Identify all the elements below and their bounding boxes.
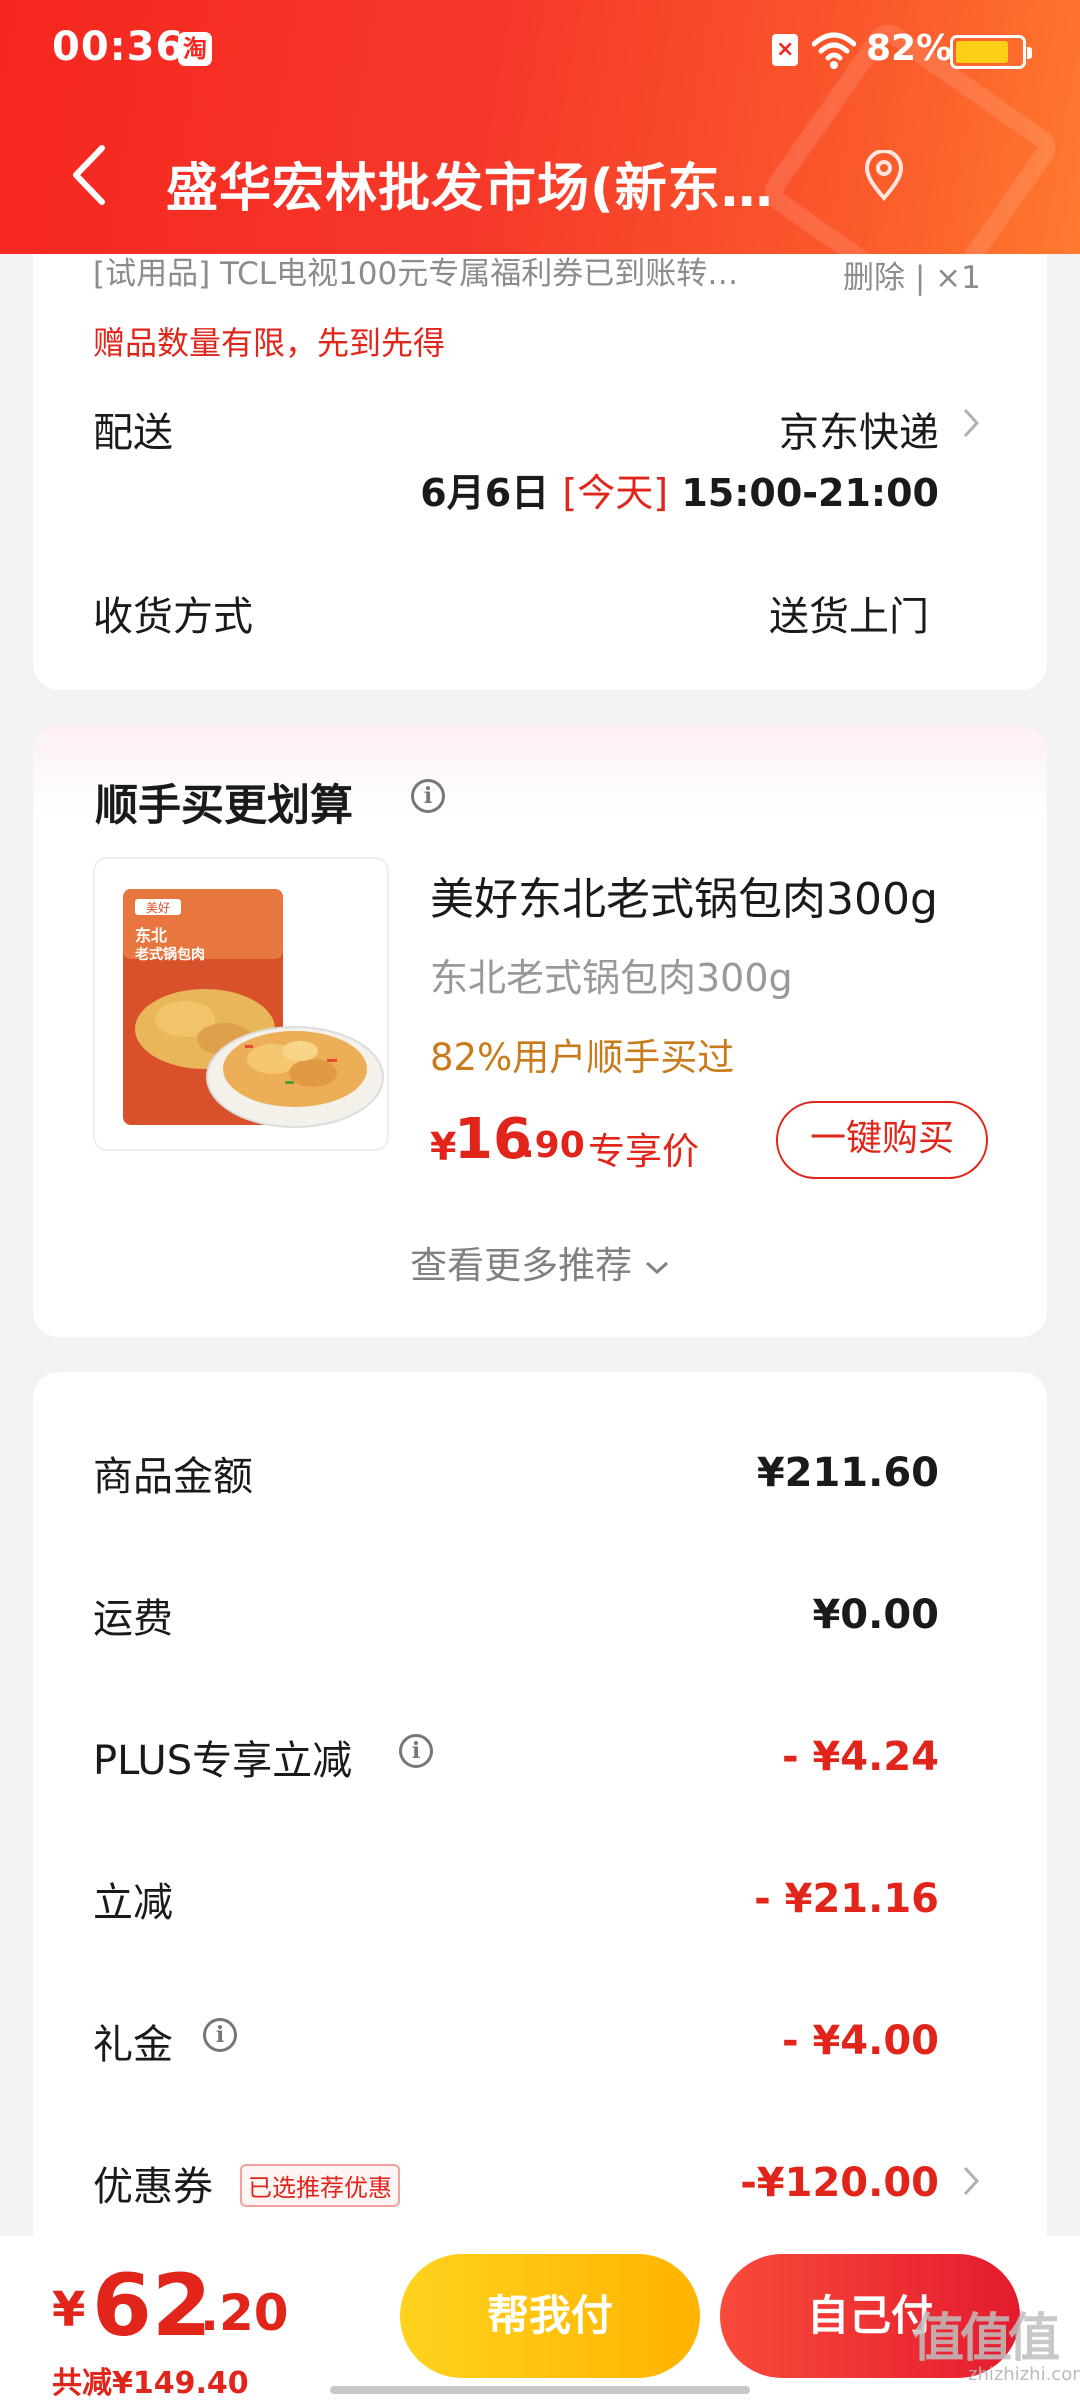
see-more-recommendations-link[interactable]: 查看更多推荐	[33, 1235, 1047, 1289]
product-subtitle: 东北老式锅包肉300g	[430, 956, 793, 1000]
info-icon[interactable]: i	[411, 779, 445, 813]
summary-label-discount: 立减	[93, 1880, 173, 1926]
watermark-url: zhizhizhi.com	[968, 2364, 1080, 2385]
summary-label-shipping: 运费	[93, 1596, 173, 1642]
summary-label-gift-money: 礼金	[93, 2022, 173, 2068]
summary-label-goods: 商品金额	[93, 1454, 253, 1500]
product-image[interactable]: 美好 东北 老式锅包肉	[93, 857, 389, 1151]
gift-limited-note: 赠品数量有限，先到先得	[93, 324, 446, 362]
status-bar: 00:36 淘 82%	[0, 0, 1080, 100]
gift-item-text: [试用品] TCL电视100元专属福利券已到账转…	[93, 256, 739, 292]
receive-method-label: 收货方式	[93, 594, 253, 640]
one-click-buy-button[interactable]: 一键购买	[776, 1101, 988, 1179]
nav-bar: 盛华宏林批发市场(新东…	[0, 120, 1080, 230]
summary-value-shipping: ¥0.00	[812, 1592, 939, 1638]
receive-method-value[interactable]: 送货上门	[769, 584, 929, 642]
chevron-right-icon[interactable]	[961, 406, 981, 440]
battery-icon	[950, 35, 1032, 69]
coupon-recommended-tag: 已选推荐优惠	[240, 2164, 400, 2207]
summary-value-plus: - ¥4.24	[781, 1734, 939, 1780]
price-symbol: ¥	[430, 1125, 457, 1169]
store-title[interactable]: 盛华宏林批发市场(新东…	[166, 146, 846, 221]
package-name-line2: 老式锅包肉	[135, 946, 205, 963]
price-decimal: .90	[521, 1125, 585, 1166]
delivery-card: [试用品] TCL电视100元专属福利券已到账转… 删除 | ×1 赠品数量有限…	[33, 200, 1047, 690]
coupon-chevron-right-icon[interactable]	[961, 2164, 981, 2198]
product-package-illustration: 美好 东北 老式锅包肉	[123, 889, 384, 1128]
delivery-date: 6月6日	[420, 471, 550, 515]
delivery-time-range: 15:00-21:00	[681, 471, 939, 515]
product-popularity-tag: 82%用户顺手买过	[430, 1036, 735, 1079]
bundle-card: 顺手买更划算 i 美好 东北 老式锅包肉 美好东北老式锅包肉300g 东北老式锅…	[33, 725, 1047, 1337]
home-indicator[interactable]	[330, 2386, 750, 2394]
summary-value-goods: ¥211.60	[756, 1450, 939, 1496]
delivery-carrier[interactable]: 京东快递	[779, 400, 939, 458]
see-more-label: 查看更多推荐	[410, 1244, 633, 1287]
help-me-pay-button[interactable]: 帮我付	[400, 2254, 700, 2378]
status-time: 00:36	[52, 24, 185, 70]
delivery-today: [今天]	[562, 471, 669, 515]
package-name-line1: 东北	[135, 926, 167, 945]
gift-delete-button[interactable]: 删除 | ×1	[843, 252, 981, 297]
summary-label-plus: PLUS专享立减	[93, 1738, 353, 1784]
checkout-bar: ¥ 62 .20 共减¥149.40 帮我付 自己付 值值值 zhizhizhi…	[0, 2236, 1080, 2400]
watermark-logo: 值值值	[912, 2309, 1060, 2369]
location-pin-icon[interactable]	[862, 150, 906, 202]
summary-value-gift-money: - ¥4.00	[781, 2018, 939, 2064]
no-sim-icon	[772, 34, 798, 66]
summary-value-discount: - ¥21.16	[754, 1876, 939, 1922]
total-saved: 共减¥149.40	[52, 2366, 249, 2400]
total-symbol: ¥	[52, 2282, 86, 2338]
product-name[interactable]: 美好东北老式锅包肉300g	[430, 863, 938, 927]
back-arrow-icon[interactable]	[62, 142, 118, 208]
summary-label-coupon: 优惠券	[93, 2164, 213, 2210]
delivery-label: 配送	[93, 410, 173, 456]
taobao-notification-icon: 淘	[178, 32, 212, 66]
total-integer: 62	[92, 2256, 212, 2356]
summary-value-coupon[interactable]: -¥120.00	[740, 2160, 939, 2206]
wifi-icon	[812, 32, 856, 69]
package-brand: 美好	[146, 901, 170, 915]
battery-percent: 82%	[866, 28, 953, 69]
chevron-down-icon	[645, 1261, 668, 1274]
bundle-title: 顺手买更划算	[95, 781, 353, 831]
total-decimal: .20	[200, 2284, 289, 2342]
header: 00:36 淘 82% 盛华宏林批发市场(新东…	[0, 0, 1080, 254]
plus-info-icon[interactable]: i	[399, 1734, 433, 1768]
exclusive-price-label: 专享价	[588, 1130, 699, 1173]
delivery-slot[interactable]: 6月6日 [今天] 15:00-21:00	[420, 462, 939, 517]
gift-money-info-icon[interactable]: i	[203, 2018, 237, 2052]
